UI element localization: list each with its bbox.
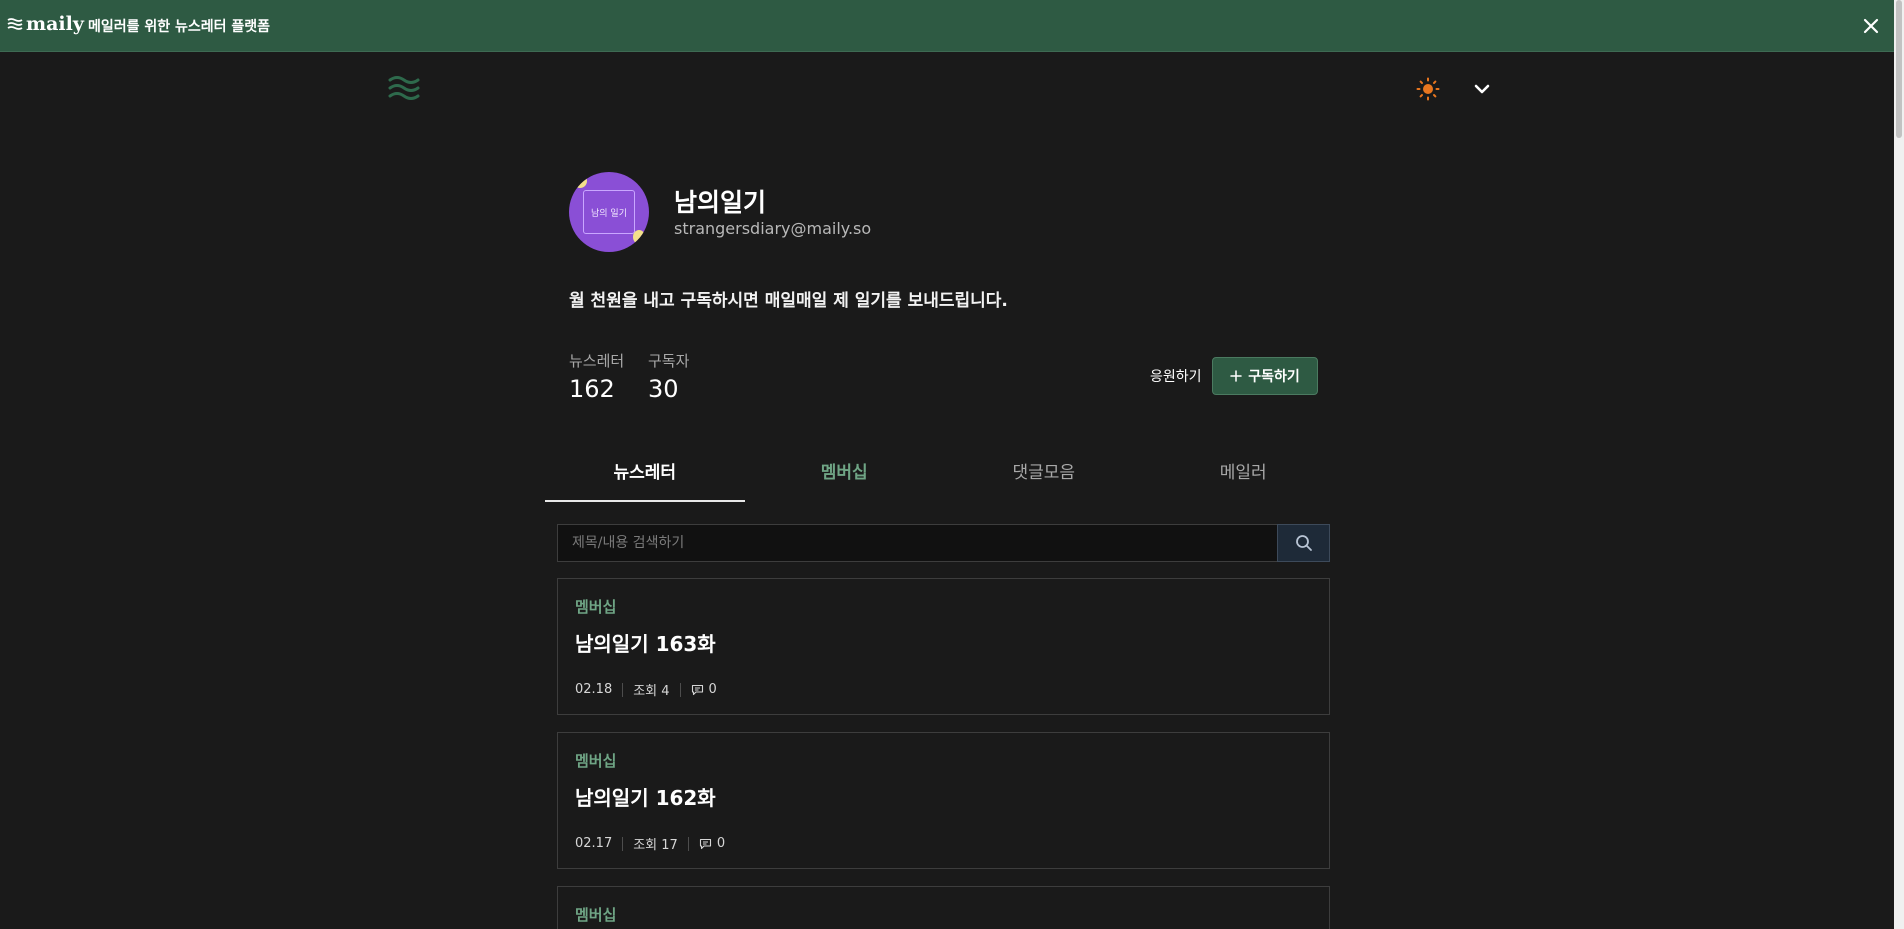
post-meta: 02.18 조회 4 0 xyxy=(575,680,717,699)
stat-subscribers: 구독자 30 xyxy=(648,350,689,403)
top-banner: maily 메일러를 위한 뉴스레터 플랫폼 xyxy=(0,0,1894,52)
search-bar xyxy=(557,524,1330,562)
search-input[interactable] xyxy=(557,524,1277,562)
tab-mailer[interactable]: 메일러 xyxy=(1144,446,1344,502)
avatar-label: 남의 일기 xyxy=(583,190,635,234)
post-views: 조회 17 xyxy=(633,838,678,853)
stat-newsletters: 뉴스레터 162 xyxy=(569,350,624,403)
content-tabs: 뉴스레터 멤버십 댓글모음 메일러 xyxy=(545,446,1343,502)
avatar-decoration xyxy=(633,230,645,244)
post-title[interactable]: 남의일기 162화 xyxy=(575,782,716,811)
post-comment-count: 0 xyxy=(708,682,717,697)
maily-logo-text: maily xyxy=(26,13,84,35)
post-date: 02.17 xyxy=(575,836,613,851)
site-logo-link[interactable] xyxy=(388,74,420,102)
post-tag: 멤버십 xyxy=(575,598,617,616)
plus-icon xyxy=(1230,370,1242,382)
subscribe-button[interactable]: 구독하기 xyxy=(1212,357,1318,395)
meta-divider xyxy=(622,682,624,697)
post-tag: 멤버십 xyxy=(575,752,617,770)
post-views: 조회 4 xyxy=(633,684,670,699)
post-card[interactable]: 멤버십 남의일기 162화 02.17 조회 17 0 xyxy=(557,732,1330,869)
theme-toggle-button[interactable] xyxy=(1416,77,1440,101)
maily-logo-icon xyxy=(7,18,23,30)
stat-value: 162 xyxy=(569,375,615,403)
search-icon xyxy=(1295,535,1312,551)
banner-tagline: 메일러를 위한 뉴스레터 플랫폼 xyxy=(88,19,271,35)
user-menu-toggle[interactable] xyxy=(1470,77,1494,101)
stat-value: 30 xyxy=(648,375,679,403)
page-scrollbar[interactable] xyxy=(1894,0,1904,929)
support-button[interactable]: 응원하기 xyxy=(1150,366,1202,386)
profile-name: 남의일기 xyxy=(674,188,767,217)
maily-logo[interactable]: maily xyxy=(7,13,84,35)
tab-comments[interactable]: 댓글모음 xyxy=(944,446,1144,502)
profile-avatar: 남의 일기 xyxy=(569,172,649,252)
meta-divider xyxy=(622,836,624,851)
profile-email: strangersdiary@maily.so xyxy=(674,219,872,238)
post-title[interactable]: 남의일기 163화 xyxy=(575,628,716,657)
stat-label: 구독자 xyxy=(648,352,690,370)
scrollbar-thumb[interactable] xyxy=(1896,0,1902,138)
profile-description: 월 천원을 내고 구독하시면 매일매일 제 일기를 보내드립니다. xyxy=(569,291,1008,311)
banner-close-button[interactable] xyxy=(1857,12,1885,40)
waves-logo-icon xyxy=(388,76,420,100)
post-card[interactable]: 멤버십 남의일기 163화 02.18 조회 4 0 xyxy=(557,578,1330,715)
close-icon xyxy=(1863,18,1879,34)
sun-icon xyxy=(1416,77,1440,101)
subscribe-label: 구독하기 xyxy=(1248,369,1300,385)
post-comment-count: 0 xyxy=(716,836,726,851)
post-card[interactable]: 멤버십 xyxy=(557,886,1330,929)
post-tag: 멤버십 xyxy=(575,906,617,924)
chevron-down-icon xyxy=(1474,84,1490,94)
tab-membership[interactable]: 멤버십 xyxy=(745,446,945,502)
meta-divider xyxy=(679,682,681,697)
comment-icon xyxy=(699,838,712,850)
post-meta: 02.17 조회 17 0 xyxy=(575,834,725,853)
stat-label: 뉴스레터 xyxy=(569,352,625,370)
post-date: 02.18 xyxy=(575,682,613,697)
search-button[interactable] xyxy=(1277,524,1330,562)
meta-divider xyxy=(687,836,689,851)
comment-icon xyxy=(691,684,704,696)
avatar-decoration xyxy=(573,174,587,188)
tab-newsletters[interactable]: 뉴스레터 xyxy=(545,446,745,502)
